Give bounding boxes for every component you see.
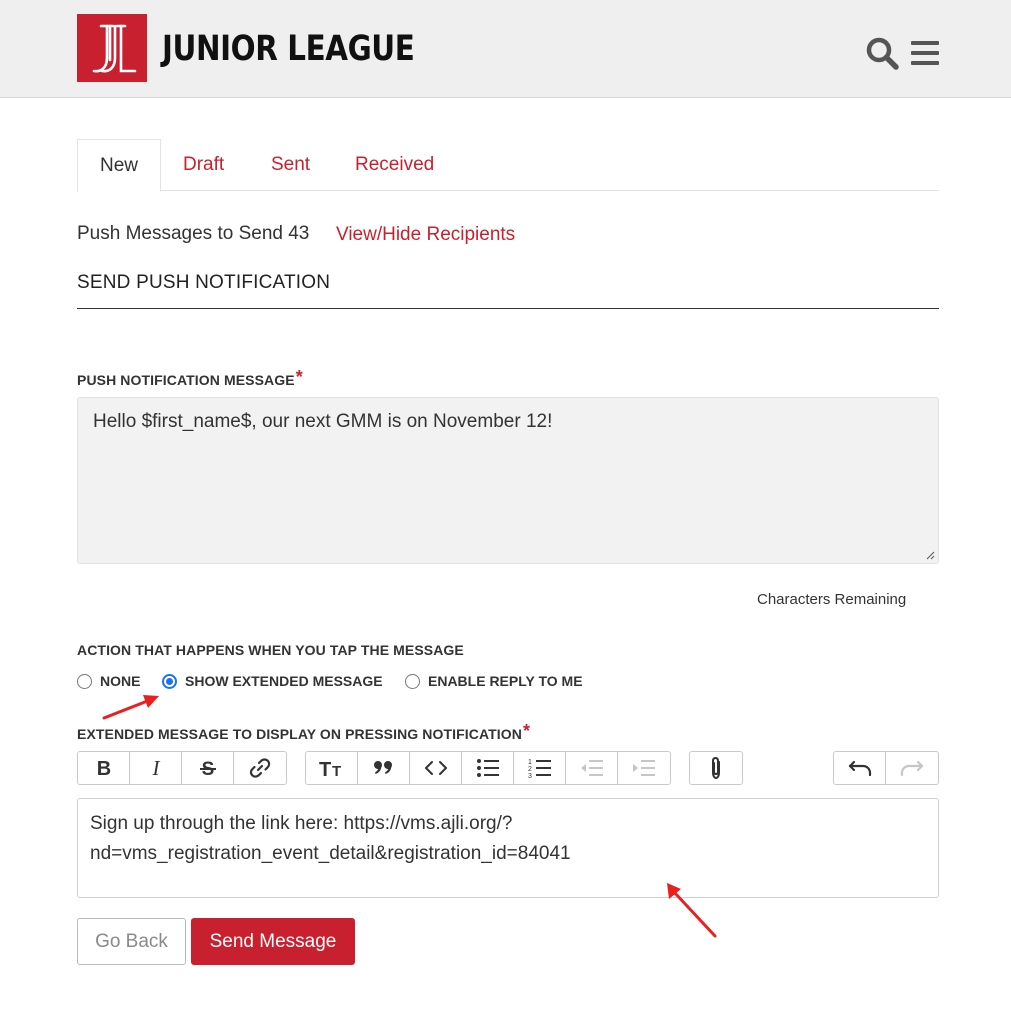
brand-name: JUNIOR LEAGUE	[162, 29, 415, 69]
italic-icon[interactable]: I	[130, 752, 182, 784]
push-message-label-text: PUSH NOTIFICATION MESSAGE	[77, 372, 295, 388]
tab-new[interactable]: New	[77, 139, 161, 192]
attach-toolbar	[689, 751, 743, 785]
radio-none-label: NONE	[100, 673, 141, 689]
radio-none-circle[interactable]	[77, 673, 92, 689]
extended-message-label-text: EXTENDED MESSAGE TO DISPLAY ON PRESSING …	[77, 726, 522, 742]
history-toolbar	[833, 751, 939, 785]
undo-icon[interactable]	[834, 752, 886, 784]
radio-show-extended-circle[interactable]	[162, 673, 177, 689]
view-hide-recipients-link[interactable]: View/Hide Recipients	[336, 223, 515, 247]
radio-none[interactable]: NONE	[77, 671, 140, 691]
radio-enable-reply[interactable]: ENABLE REPLY TO ME	[405, 671, 583, 691]
outdent-icon[interactable]	[566, 752, 618, 784]
svg-text:2: 2	[528, 766, 532, 773]
top-header: JUNIOR LEAGUE	[0, 0, 1011, 98]
tab-draft[interactable]: Draft	[183, 139, 224, 191]
attach-file-icon[interactable]	[690, 752, 742, 784]
quote-icon[interactable]	[358, 752, 410, 784]
indent-icon[interactable]	[618, 752, 670, 784]
search-icon[interactable]	[865, 36, 899, 70]
push-message-label: PUSH NOTIFICATION MESSAGE*	[77, 367, 303, 393]
extended-message-line-1: Sign up through the link here: https://v…	[90, 813, 513, 834]
svg-text:B: B	[96, 758, 110, 778]
section-title: SEND PUSH NOTIFICATION	[77, 272, 331, 293]
required-asterisk: *	[522, 721, 531, 741]
extended-message-editor[interactable]: Sign up through the link here: https://v…	[77, 798, 939, 898]
block-format-toolbar: TT 1 2 3	[305, 751, 671, 785]
svg-text:T: T	[319, 759, 331, 779]
push-message-textarea[interactable]: Hello $first_name$, our next GMM is on N…	[77, 397, 939, 564]
resize-grip-icon[interactable]	[925, 550, 935, 560]
code-icon[interactable]	[410, 752, 462, 784]
push-message-text: Hello $first_name$, our next GMM is on N…	[93, 411, 553, 432]
extended-message-line-2: nd=vms_registration_event_detail&registr…	[90, 843, 571, 864]
radio-show-extended-label: SHOW EXTENDED MESSAGE	[185, 673, 383, 689]
required-asterisk: *	[295, 367, 303, 387]
message-tabs: New Draft Sent Received	[77, 139, 939, 192]
redo-icon[interactable]	[886, 752, 938, 784]
tab-received[interactable]: Received	[355, 139, 434, 191]
radio-enable-reply-label: ENABLE REPLY TO ME	[428, 673, 583, 689]
go-back-button[interactable]: Go Back	[77, 918, 186, 965]
junior-league-logo[interactable]	[77, 14, 147, 82]
svg-text:1: 1	[528, 759, 532, 766]
hamburger-menu-icon[interactable]	[910, 36, 940, 70]
arrow-to-radio-annotation	[102, 695, 159, 720]
bullet-list-icon[interactable]	[462, 752, 514, 784]
svg-text:I: I	[151, 758, 160, 778]
messages-to-send-count: Push Messages to Send 43	[77, 223, 310, 244]
tap-action-label: ACTION THAT HAPPENS WHEN YOU TAP THE MES…	[77, 642, 464, 658]
radio-enable-reply-circle[interactable]	[405, 673, 420, 689]
extended-message-label: EXTENDED MESSAGE TO DISPLAY ON PRESSING …	[77, 721, 530, 747]
radio-show-extended-message[interactable]: SHOW EXTENDED MESSAGE	[162, 671, 383, 691]
heading-icon[interactable]: TT	[306, 752, 358, 784]
svg-text:3: 3	[528, 773, 532, 779]
text-format-toolbar: B I S	[77, 751, 287, 785]
numbered-list-icon[interactable]: 1 2 3	[514, 752, 566, 784]
link-icon[interactable]	[234, 752, 286, 784]
characters-remaining: Characters Remaining	[757, 591, 907, 608]
strikethrough-icon[interactable]: S	[182, 752, 234, 784]
jl-monogram-icon	[77, 14, 147, 82]
svg-text:T: T	[332, 763, 341, 779]
section-divider	[77, 308, 939, 309]
tab-sent[interactable]: Sent	[271, 139, 310, 191]
bold-icon[interactable]: B	[78, 752, 130, 784]
send-message-button[interactable]: Send Message	[191, 918, 355, 965]
